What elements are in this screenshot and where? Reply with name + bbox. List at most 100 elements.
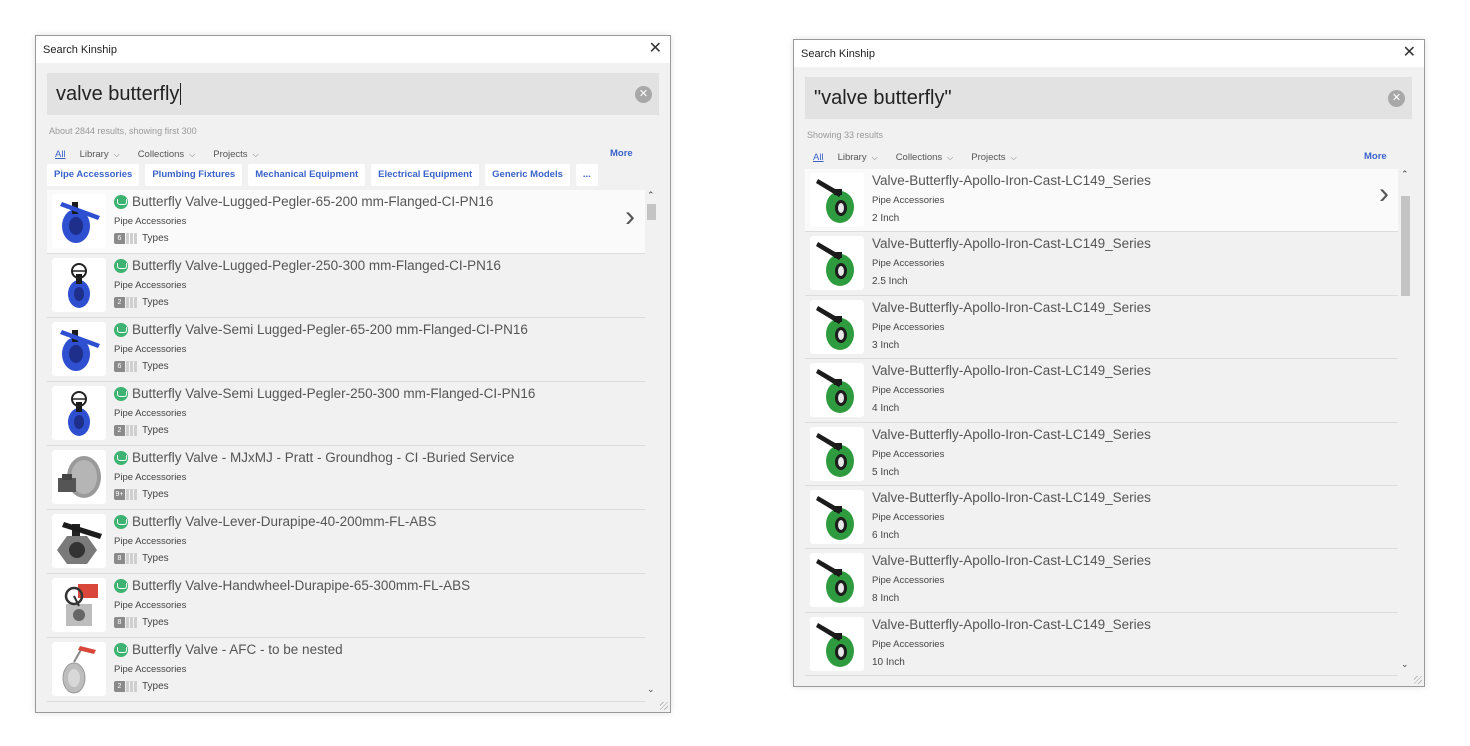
- type-bar: [130, 361, 133, 372]
- types-label: Types: [142, 553, 169, 564]
- chip-more[interactable]: ...: [575, 164, 598, 186]
- kinship-icon: [114, 322, 128, 337]
- type-bar: [126, 361, 129, 372]
- type-count-badge: 9+: [114, 489, 125, 500]
- search-input[interactable]: "valve butterfly" ✕: [805, 77, 1412, 119]
- chip-generic-models[interactable]: Generic Models: [485, 164, 570, 186]
- types-label: Types: [142, 297, 169, 308]
- tab-collections[interactable]: Collections ⌵: [896, 152, 954, 163]
- chevron-right-icon[interactable]: ›: [625, 200, 635, 234]
- types-indicator: 9+ Types: [114, 489, 169, 500]
- kinship-icon: [114, 642, 128, 657]
- scroll-up-icon[interactable]: ⌃: [1401, 169, 1409, 180]
- scroll-up-icon[interactable]: ⌃: [647, 190, 655, 201]
- result-size: 2 Inch: [872, 213, 900, 224]
- result-category: Pipe Accessories: [114, 408, 187, 419]
- type-count-badge: 2: [114, 297, 125, 308]
- family-thumbnail: [810, 363, 864, 418]
- resize-grip[interactable]: [660, 702, 668, 710]
- more-button[interactable]: More: [1364, 151, 1387, 162]
- tab-label: Projects: [971, 151, 1006, 163]
- list-item[interactable]: Butterfly Valve-Semi Lugged-Pegler-250-3…: [47, 382, 645, 446]
- results-list: Valve-Butterfly-Apollo-Iron-Cast-LC149_S…: [805, 169, 1398, 676]
- clear-search-icon[interactable]: ✕: [1388, 90, 1405, 107]
- type-bar: [134, 553, 137, 564]
- list-item[interactable]: Valve-Butterfly-Apollo-Iron-Cast-LC149_S…: [805, 485, 1398, 550]
- result-title: Valve-Butterfly-Apollo-Iron-Cast-LC149_S…: [872, 426, 1151, 442]
- type-bar: [130, 425, 133, 436]
- result-title: Butterfly Valve - MJxMJ - Pratt - Ground…: [114, 450, 514, 465]
- resize-grip[interactable]: [1414, 676, 1422, 684]
- type-bar: [126, 233, 129, 244]
- clear-search-icon[interactable]: ✕: [635, 86, 652, 103]
- tab-label: Collections: [895, 151, 943, 163]
- result-title: Butterfly Valve-Lugged-Pegler-65-200 mm-…: [114, 194, 493, 209]
- result-title: Butterfly Valve-Handwheel-Durapipe-65-30…: [114, 578, 470, 593]
- scrollbar-thumb[interactable]: [647, 204, 656, 220]
- list-item[interactable]: Butterfly Valve-Lever-Durapipe-40-200mm-…: [47, 510, 645, 574]
- list-item[interactable]: Valve-Butterfly-Apollo-Iron-Cast-LC149_S…: [805, 549, 1398, 613]
- scroll-down-icon[interactable]: ⌄: [1401, 659, 1409, 670]
- tab-label: Library: [837, 151, 867, 163]
- chevron-right-icon[interactable]: ›: [1379, 177, 1389, 211]
- result-title-text: Butterfly Valve - AFC - to be nested: [132, 642, 343, 657]
- filter-tabs: All Library ⌵ Collections ⌵ Projects ⌵: [55, 147, 670, 161]
- list-item[interactable]: Butterfly Valve-Handwheel-Durapipe-65-30…: [47, 574, 645, 638]
- chip-pipe-accessories[interactable]: Pipe Accessories: [47, 164, 140, 186]
- result-category: Pipe Accessories: [872, 575, 945, 587]
- type-bar: [130, 681, 133, 692]
- kinship-icon: [114, 386, 128, 401]
- result-title: Butterfly Valve-Semi Lugged-Pegler-250-3…: [114, 386, 535, 401]
- list-item[interactable]: Butterfly Valve-Semi Lugged-Pegler-65-20…: [47, 318, 645, 382]
- chip-plumbing-fixtures[interactable]: Plumbing Fixtures: [145, 164, 243, 186]
- result-title-text: Butterfly Valve-Semi Lugged-Pegler-65-20…: [132, 322, 528, 337]
- list-item[interactable]: Valve-Butterfly-Apollo-Iron-Cast-LC149_S…: [805, 359, 1398, 423]
- search-input[interactable]: valve butterfly ✕: [47, 73, 659, 115]
- tab-projects[interactable]: Projects ⌵: [971, 152, 1016, 163]
- result-category: Pipe Accessories: [872, 448, 945, 460]
- result-category: Pipe Accessories: [114, 664, 187, 675]
- scrollbar[interactable]: ⌃ ⌄: [645, 190, 658, 702]
- chip-mechanical-equipment[interactable]: Mechanical Equipment: [248, 164, 366, 186]
- list-item[interactable]: Butterfly Valve-Lugged-Pegler-65-200 mm-…: [47, 190, 645, 254]
- search-query: valve butterfly: [56, 82, 180, 105]
- chevron-down-icon: ⌵: [1010, 152, 1017, 162]
- types-indicator: 6 Types: [114, 233, 169, 244]
- list-item[interactable]: Valve-Butterfly-Apollo-Iron-Cast-LC149_S…: [805, 422, 1398, 486]
- tab-all[interactable]: All: [55, 149, 66, 160]
- close-icon[interactable]: ✕: [649, 39, 662, 59]
- window-title: Search Kinship: [801, 47, 875, 60]
- tab-label: Collections: [137, 148, 185, 160]
- more-button[interactable]: More: [610, 148, 633, 159]
- chip-electrical-equipment[interactable]: Electrical Equipment: [371, 164, 480, 186]
- scroll-down-icon[interactable]: ⌄: [647, 684, 655, 695]
- list-item[interactable]: Valve-Butterfly-Apollo-Iron-Cast-LC149_S…: [805, 612, 1398, 676]
- list-item[interactable]: Butterfly Valve-Lugged-Pegler-250-300 mm…: [47, 254, 645, 318]
- list-item[interactable]: Valve-Butterfly-Apollo-Iron-Cast-LC149_S…: [805, 295, 1398, 360]
- tab-projects[interactable]: Projects ⌵: [213, 149, 258, 160]
- result-title: Butterfly Valve-Lugged-Pegler-250-300 mm…: [114, 258, 501, 273]
- result-category: Pipe Accessories: [114, 472, 187, 483]
- result-size: 2.5 Inch: [872, 276, 908, 288]
- tab-all[interactable]: All: [813, 152, 824, 163]
- tab-library[interactable]: Library ⌵: [80, 149, 120, 160]
- list-item[interactable]: Butterfly Valve - AFC - to be nested Pipe…: [47, 638, 645, 702]
- close-icon[interactable]: ✕: [1403, 43, 1416, 63]
- family-thumbnail: [52, 514, 106, 568]
- types-label: Types: [142, 489, 169, 500]
- results-list: Butterfly Valve-Lugged-Pegler-65-200 mm-…: [47, 190, 645, 702]
- family-thumbnail: [52, 386, 106, 440]
- result-title-text: Butterfly Valve-Lugged-Pegler-250-300 mm…: [132, 258, 501, 273]
- scrollbar[interactable]: ⌃ ⌄: [1399, 169, 1412, 676]
- list-item[interactable]: Valve-Butterfly-Apollo-Iron-Cast-LC149_S…: [805, 232, 1398, 296]
- tab-library[interactable]: Library ⌵: [838, 152, 878, 163]
- family-thumbnail: [810, 173, 864, 227]
- family-thumbnail: [52, 642, 106, 696]
- list-item[interactable]: Valve-Butterfly-Apollo-Iron-Cast-LC149_S…: [805, 169, 1398, 233]
- result-category: Pipe Accessories: [872, 195, 945, 206]
- result-size: 4 Inch: [872, 403, 900, 415]
- result-category: Pipe Accessories: [114, 344, 187, 355]
- list-item[interactable]: Butterfly Valve - MJxMJ - Pratt - Ground…: [47, 446, 645, 510]
- tab-collections[interactable]: Collections ⌵: [138, 149, 196, 160]
- scrollbar-thumb[interactable]: [1401, 196, 1410, 296]
